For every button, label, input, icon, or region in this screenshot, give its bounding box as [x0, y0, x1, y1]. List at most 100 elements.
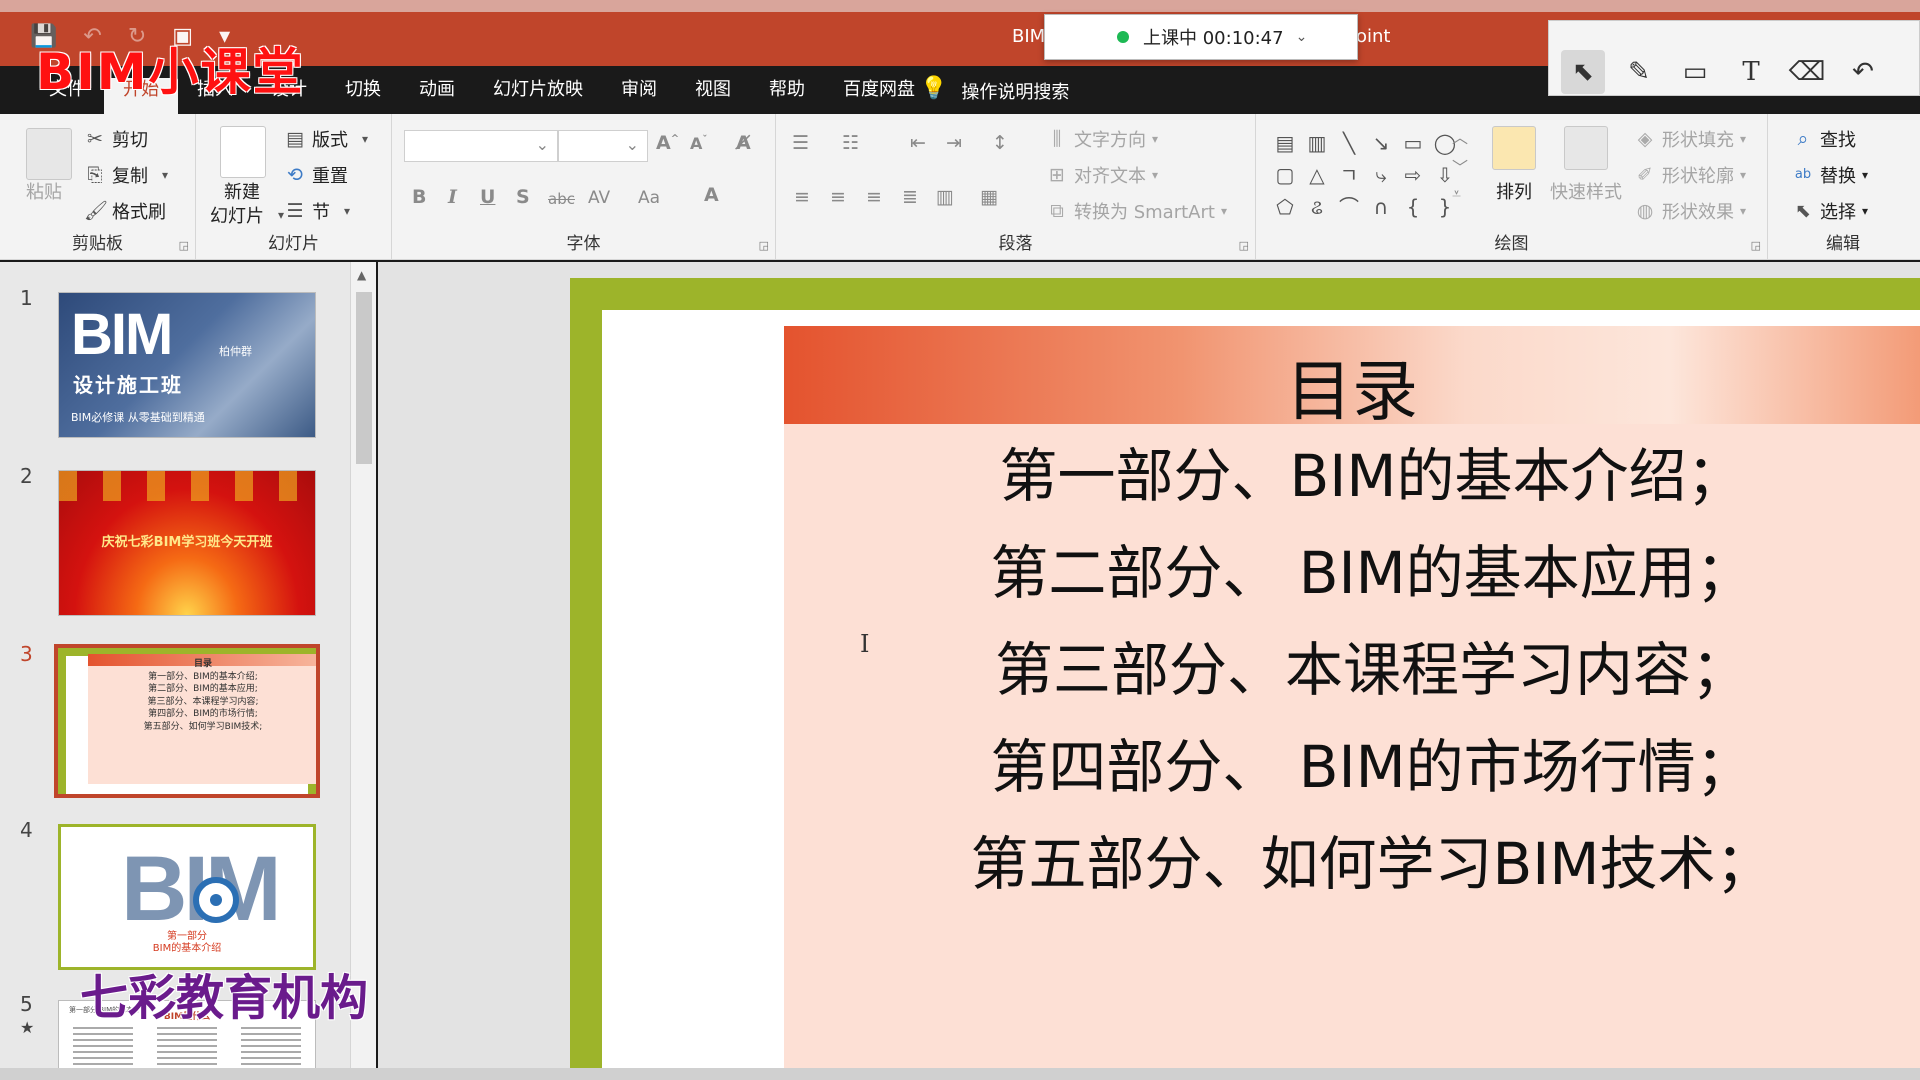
shape-outline-button[interactable]: ✐ 形状轮廓 ▾: [1634, 162, 1746, 188]
numbering-icon[interactable]: ☷: [842, 132, 859, 154]
dialog-launcher-icon[interactable]: ◲: [1751, 239, 1761, 252]
left-brace-shape-icon[interactable]: {: [1398, 192, 1428, 222]
arc-shape-icon[interactable]: ⌒: [1334, 192, 1364, 222]
text-shadow-button[interactable]: S: [516, 186, 530, 208]
change-case-button[interactable]: Aa: [638, 188, 660, 208]
select-button[interactable]: ⬉ 选择 ▾: [1792, 198, 1868, 224]
gallery-up-icon[interactable]: ︿: [1452, 124, 1468, 148]
slide-body-textbox[interactable]: 第一部分、BIM的基本介绍； 第二部分、 BIM的基本应用； 第三部分、本课程学…: [902, 428, 1842, 913]
new-slide-label-1[interactable]: 新建: [224, 178, 260, 204]
underline-button[interactable]: U: [480, 186, 495, 208]
dialog-launcher-icon[interactable]: ◲: [759, 239, 769, 252]
freeform-shape-icon[interactable]: ⬠: [1270, 192, 1300, 222]
arrow-line-shape-icon[interactable]: ↘: [1366, 128, 1396, 158]
elbow-arrow-shape-icon[interactable]: ⤷: [1366, 160, 1396, 190]
arrange-button[interactable]: 排列: [1496, 178, 1532, 204]
scroll-up-icon[interactable]: ▲: [357, 268, 366, 282]
select-arrow-icon[interactable]: ⬉: [1561, 50, 1605, 94]
tab-help[interactable]: 帮助: [750, 78, 824, 114]
tab-review[interactable]: 审阅: [602, 78, 676, 114]
chevron-down-icon[interactable]: ⌄: [1296, 29, 1308, 45]
align-right-icon[interactable]: ≡: [866, 186, 882, 208]
format-painter-button[interactable]: 🖌 格式刷: [84, 198, 166, 224]
align-center-icon[interactable]: ≡: [830, 186, 846, 208]
dialog-launcher-icon[interactable]: ◲: [179, 239, 189, 252]
current-slide[interactable]: 目录 第一部分、BIM的基本介绍； 第二部分、 BIM的基本应用； 第三部分、本…: [570, 278, 1920, 1068]
gallery-more-icon[interactable]: ⩡: [1452, 184, 1461, 204]
tab-view[interactable]: 视图: [676, 78, 750, 114]
quick-styles-icon[interactable]: [1564, 126, 1608, 170]
paste-icon[interactable]: [26, 128, 72, 180]
slide-thumbnail-1[interactable]: BIM 设计施工班 柏仲群 BIM必修课 从零基础到精通: [58, 292, 316, 438]
reset-button[interactable]: ⟲ 重置: [284, 162, 348, 188]
shape-fill-button[interactable]: ◈ 形状填充 ▾: [1634, 126, 1746, 152]
align-left-icon[interactable]: ≡: [794, 186, 810, 208]
columns-icon[interactable]: ▦: [980, 186, 998, 208]
slide-title[interactable]: 目录: [784, 338, 1920, 434]
font-color-button[interactable]: A: [704, 184, 719, 206]
slide-body-line: 第一部分、BIM的基本介绍；: [999, 442, 1745, 510]
distributed-icon[interactable]: ▥: [936, 186, 954, 208]
gallery-down-icon[interactable]: ﹀: [1452, 154, 1468, 178]
bold-button[interactable]: B: [412, 186, 426, 208]
grow-font-icon[interactable]: A^: [656, 132, 679, 154]
text-icon[interactable]: T: [1729, 50, 1773, 94]
tab-baidu-netdisk[interactable]: 百度网盘: [824, 78, 934, 114]
copy-button[interactable]: ⎘ 复制 ▾: [84, 162, 176, 188]
increase-indent-icon[interactable]: ⇥: [946, 132, 962, 154]
thumbnail-scrollbar[interactable]: ▲: [350, 262, 376, 1068]
rounded-rect-shape-icon[interactable]: ▢: [1270, 160, 1300, 190]
tab-slideshow[interactable]: 幻灯片放映: [474, 78, 602, 114]
char-spacing-button[interactable]: AV: [588, 188, 610, 208]
arrange-icon[interactable]: [1492, 126, 1536, 170]
tell-me-search[interactable]: 💡 操作说明搜索: [920, 78, 1069, 104]
tab-transitions[interactable]: 切换: [326, 78, 400, 114]
pen-icon[interactable]: ✎: [1617, 50, 1661, 94]
elbow-connector-shape-icon[interactable]: ㄱ: [1334, 160, 1364, 190]
right-arrow-shape-icon[interactable]: ⇨: [1398, 160, 1428, 190]
dialog-launcher-icon[interactable]: ◲: [1239, 239, 1249, 252]
new-slide-button[interactable]: 幻灯片 ▾: [210, 202, 292, 228]
scribble-shape-icon[interactable]: ଌ: [1302, 192, 1332, 222]
section-button[interactable]: ☰ 节 ▾: [284, 198, 358, 224]
layout-button[interactable]: ▤ 版式 ▾: [284, 126, 376, 152]
text-direction-button[interactable]: ⫼ 文字方向 ▾: [1046, 126, 1158, 152]
slide-thumbnail-4[interactable]: BIM 第一部分 BIM的基本介绍: [58, 824, 316, 970]
bullets-icon[interactable]: ☰: [792, 132, 809, 154]
shape-effects-button[interactable]: ◍ 形状效果 ▾: [1634, 198, 1746, 224]
decrease-indent-icon[interactable]: ⇤: [910, 132, 926, 154]
clear-format-icon[interactable]: A̸: [736, 132, 751, 154]
shrink-font-icon[interactable]: Aˇ: [690, 134, 707, 153]
rectangle-shape-icon[interactable]: ▭: [1398, 128, 1428, 158]
font-name-combo[interactable]: ⌄: [404, 130, 558, 162]
slide-thumbnail-3[interactable]: 目录 第一部分、BIM的基本介绍; 第二部分、BIM的基本应用; 第三部分、本课…: [54, 644, 320, 798]
scroll-thumb[interactable]: [356, 292, 372, 464]
find-button[interactable]: ⌕ 查找: [1792, 126, 1856, 152]
vertical-textbox-shape-icon[interactable]: ▥: [1302, 128, 1332, 158]
lightbulb-icon: 💡: [920, 76, 948, 101]
line-spacing-icon[interactable]: ↕: [992, 132, 1008, 154]
smartart-button[interactable]: ⧉ 转换为 SmartArt ▾: [1046, 198, 1227, 224]
paste-button[interactable]: 粘贴: [26, 178, 62, 204]
italic-button[interactable]: I: [448, 186, 457, 208]
rectangle-icon[interactable]: ▭: [1673, 50, 1717, 94]
line-shape-icon[interactable]: ╲: [1334, 128, 1364, 158]
new-slide-icon[interactable]: [220, 126, 266, 178]
slide-thumbnail-2[interactable]: 庆祝七彩BIM学习班今天开班: [58, 470, 316, 616]
cut-button[interactable]: ✂ 剪切: [84, 126, 148, 152]
eraser-icon[interactable]: ⌫: [1785, 50, 1829, 94]
quick-styles-button[interactable]: 快速样式: [1550, 178, 1622, 204]
strikethrough-button[interactable]: abc: [548, 190, 575, 208]
replace-button[interactable]: ab 替换 ▾: [1792, 162, 1868, 188]
textbox-shape-icon[interactable]: ▤: [1270, 128, 1300, 158]
triangle-shape-icon[interactable]: △: [1302, 160, 1332, 190]
class-timer[interactable]: 上课中 00:10:47 ⌄: [1044, 14, 1358, 60]
undo-icon[interactable]: ↶: [1841, 50, 1885, 94]
curve-shape-icon[interactable]: ∩: [1366, 192, 1396, 222]
tab-animations[interactable]: 动画: [400, 78, 474, 114]
thumbnail-number: 1: [20, 286, 33, 310]
justify-icon[interactable]: ≣: [902, 186, 918, 208]
font-size-combo[interactable]: ⌄: [558, 130, 648, 162]
shape-gallery[interactable]: ▤ ▥ ╲ ↘ ▭ ◯ ▢ △ ㄱ ⤷ ⇨ ⇩ ⬠ ଌ ⌒ ∩{}: [1270, 128, 1470, 222]
align-text-button[interactable]: ⊞ 对齐文本 ▾: [1046, 162, 1158, 188]
